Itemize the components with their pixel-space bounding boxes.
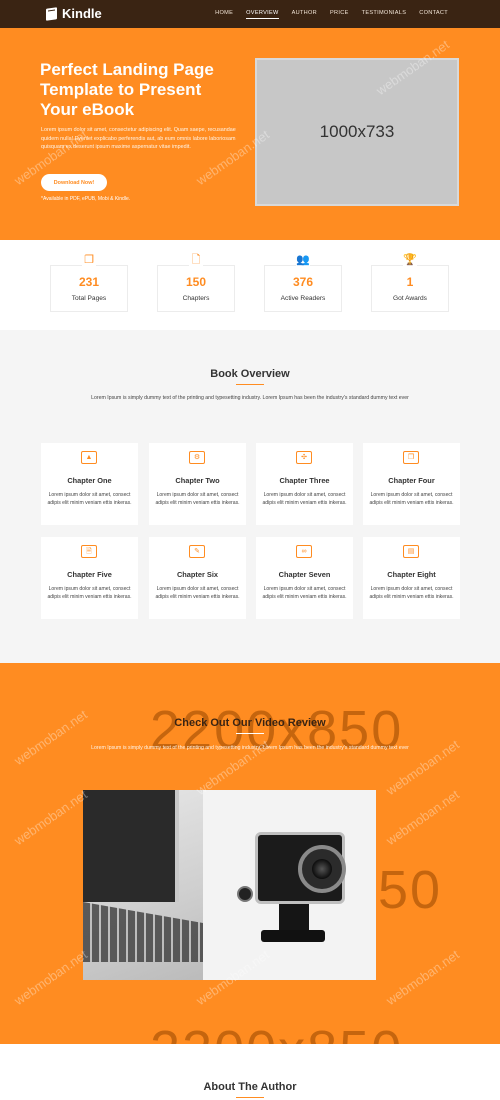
camera-lens bbox=[298, 845, 346, 893]
camera-lens-glass bbox=[312, 859, 332, 879]
stat-card: 👥 376 Active Readers bbox=[264, 253, 342, 312]
chapter-text: Lorem ipsum dolor sit amet, consect adip… bbox=[47, 586, 132, 601]
section-subtitle: Lorem Ipsum is simply dummy text of the … bbox=[91, 395, 409, 401]
stat-card: 🗋 150 Chapters bbox=[157, 253, 235, 312]
chapter-card[interactable]: ▤ Chapter Eight Lorem ipsum dolor sit am… bbox=[363, 537, 460, 619]
chapter-text: Lorem ipsum dolor sit amet, consect adip… bbox=[155, 492, 240, 507]
chapter-title: Chapter Four bbox=[388, 476, 435, 485]
stat-card: ❐ 231 Total Pages bbox=[50, 253, 128, 312]
chapter-card[interactable]: ▲ Chapter One Lorem ipsum dolor sit amet… bbox=[41, 443, 138, 525]
image-size-label: 1000x733 bbox=[319, 122, 395, 141]
main-nav: HOME OVERVIEW AUTHOR PRICE TESTIMONIALS … bbox=[215, 10, 448, 19]
nav-item-home[interactable]: HOME bbox=[215, 10, 233, 19]
hero-text: Lorem ipsum dolor sit amet, consectetur … bbox=[41, 127, 236, 151]
laptop-screen bbox=[83, 790, 179, 902]
camera-knob bbox=[237, 886, 253, 902]
nav-item-overview[interactable]: OVERVIEW bbox=[246, 10, 279, 19]
hero-image-placeholder: 1000x733 bbox=[255, 58, 459, 206]
stat-value: 150 bbox=[185, 275, 207, 289]
chapter-title: Chapter Six bbox=[176, 570, 219, 579]
nav-item-price[interactable]: PRICE bbox=[330, 10, 349, 19]
puzzle-icon: ✣ bbox=[296, 451, 312, 464]
trophy-icon: 🏆 bbox=[403, 253, 417, 267]
chapter-text: Lorem ipsum dolor sit amet, consect adip… bbox=[262, 586, 347, 601]
chapter-text: Lorem ipsum dolor sit amet, consect adip… bbox=[369, 492, 454, 507]
laptop-keyboard bbox=[83, 902, 203, 962]
chapter-title: Chapter One bbox=[67, 476, 112, 485]
download-button[interactable]: Download Now! bbox=[41, 174, 107, 191]
stat-value: 1 bbox=[406, 275, 414, 289]
camera-mount bbox=[279, 904, 309, 930]
background-placeholder-fragment: 50 bbox=[378, 860, 443, 920]
nav-item-testimonials[interactable]: TESTIMONIALS bbox=[362, 10, 407, 19]
chart-icon: ▲ bbox=[81, 451, 97, 464]
section-title: About The Author bbox=[203, 1081, 297, 1093]
chapter-card[interactable]: ✣ Chapter Three Lorem ipsum dolor sit am… bbox=[256, 443, 353, 525]
chapter-card[interactable]: 🗎 Chapter Five Lorem ipsum dolor sit ame… bbox=[41, 537, 138, 619]
hero-availability-note: *Available in PDF, ePUB, Mobi & Kindle. bbox=[41, 196, 131, 202]
background-placeholder-label: 2200x850 bbox=[150, 1019, 403, 1044]
book-icon bbox=[46, 6, 57, 21]
chapter-title: Chapter Five bbox=[67, 570, 112, 579]
section-subtitle: Lorem Ipsum is simply dummy text of the … bbox=[91, 745, 409, 751]
action-camera-image bbox=[255, 832, 346, 904]
file-pdf-icon: 🗎 bbox=[81, 545, 97, 558]
brand-logo[interactable]: Kindle bbox=[46, 6, 102, 21]
hero-title: Perfect Landing Page Template to Present… bbox=[40, 60, 214, 119]
hero-section: Perfect Landing Page Template to Present… bbox=[0, 28, 500, 240]
stat-card: 🏆 1 Got Awards bbox=[371, 253, 449, 312]
section-title: Check Out Our Video Review bbox=[174, 717, 326, 729]
brand-name: Kindle bbox=[62, 6, 102, 21]
title-underline bbox=[236, 384, 264, 385]
title-underline bbox=[236, 733, 264, 734]
section-title: Book Overview bbox=[210, 368, 290, 380]
chapter-text: Lorem ipsum dolor sit amet, consect adip… bbox=[369, 586, 454, 601]
stats-section: ❐ 231 Total Pages 🗋 150 Chapters 👥 376 A… bbox=[0, 240, 500, 330]
camera-base bbox=[261, 930, 325, 942]
cogs-icon: ⚙ bbox=[189, 451, 205, 464]
link-icon: ∞ bbox=[296, 545, 312, 558]
copy-icon: ❐ bbox=[403, 451, 419, 464]
chapter-title: Chapter Eight bbox=[387, 570, 436, 579]
nav-item-author[interactable]: AUTHOR bbox=[292, 10, 317, 19]
chapter-text: Lorem ipsum dolor sit amet, consect adip… bbox=[47, 492, 132, 507]
about-author-section: About The Author bbox=[0, 1044, 500, 1100]
chapter-title: Chapter Three bbox=[279, 476, 330, 485]
chapter-title: Chapter Two bbox=[175, 476, 220, 485]
top-navbar: Kindle HOME OVERVIEW AUTHOR PRICE TESTIM… bbox=[0, 0, 500, 28]
video-review-section: 2200x850 2200x850 50 Check Out Our Video… bbox=[0, 663, 500, 1044]
chapter-card[interactable]: ❐ Chapter Four Lorem ipsum dolor sit ame… bbox=[363, 443, 460, 525]
laptop-image bbox=[83, 790, 203, 980]
copy-icon: ❐ bbox=[82, 253, 96, 267]
edit-icon: ✎ bbox=[189, 545, 205, 558]
chapter-text: Lorem ipsum dolor sit amet, consect adip… bbox=[155, 586, 240, 601]
stat-label: Total Pages bbox=[71, 295, 107, 302]
chapter-text: Lorem ipsum dolor sit amet, consect adip… bbox=[262, 492, 347, 507]
chapter-card[interactable]: ✎ Chapter Six Lorem ipsum dolor sit amet… bbox=[149, 537, 246, 619]
title-underline bbox=[236, 1097, 264, 1098]
stat-value: 231 bbox=[78, 275, 100, 289]
chapter-card[interactable]: ∞ Chapter Seven Lorem ipsum dolor sit am… bbox=[256, 537, 353, 619]
book-overview-section: Book Overview Lorem Ipsum is simply dumm… bbox=[0, 330, 500, 663]
newspaper-icon: ▤ bbox=[403, 545, 419, 558]
stat-label: Chapters bbox=[182, 295, 210, 302]
nav-item-contact[interactable]: CONTACT bbox=[419, 10, 448, 19]
file-icon: 🗋 bbox=[189, 253, 203, 267]
stat-label: Got Awards bbox=[393, 295, 427, 302]
chapter-title: Chapter Seven bbox=[278, 570, 331, 579]
chapter-card[interactable]: ⚙ Chapter Two Lorem ipsum dolor sit amet… bbox=[149, 443, 246, 525]
users-icon: 👥 bbox=[296, 253, 310, 267]
stat-value: 376 bbox=[292, 275, 314, 289]
video-player[interactable] bbox=[83, 790, 376, 980]
stat-label: Active Readers bbox=[280, 295, 326, 302]
